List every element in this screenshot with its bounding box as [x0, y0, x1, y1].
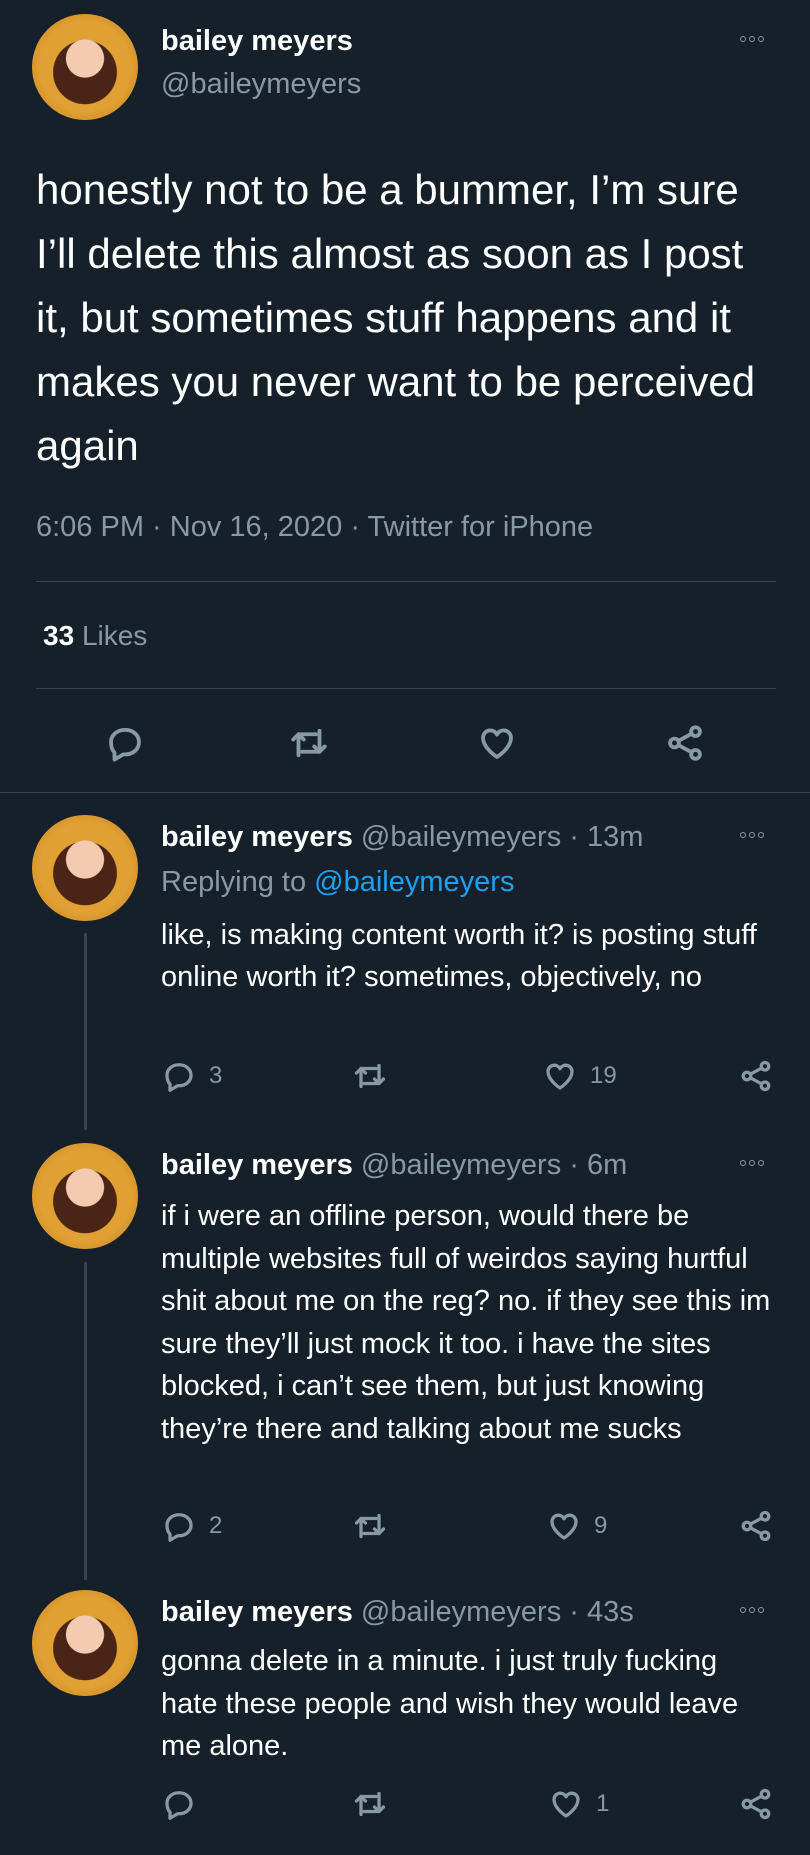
reply-time[interactable]: · 13m	[569, 821, 643, 853]
display-name[interactable]: bailey meyers	[161, 1149, 353, 1181]
retweet-button[interactable]	[352, 1786, 388, 1822]
handle[interactable]: @baileymeyers	[161, 68, 361, 101]
reply-icon	[165, 1513, 193, 1542]
reply-count: 3	[209, 1062, 223, 1089]
replying-handle-link[interactable]: @baileymeyers	[314, 866, 514, 898]
likes-label: Likes	[81, 620, 148, 651]
more-icon[interactable]	[740, 1607, 764, 1613]
share-button[interactable]	[664, 722, 706, 769]
share-button[interactable]	[738, 1058, 774, 1094]
reply-text: if i were an offline person, would there…	[161, 1200, 771, 1445]
more-icon[interactable]	[740, 36, 764, 42]
reply-time[interactable]: · 6m	[569, 1149, 627, 1181]
avatar[interactable]	[32, 1590, 138, 1696]
thread-line	[84, 933, 87, 1130]
tweet-timestamp[interactable]: 6:06 PM · Nov 16, 2020 · Twitter for iPh…	[36, 511, 593, 544]
display-name[interactable]: bailey meyers	[161, 821, 353, 853]
retweet-button[interactable]	[288, 722, 330, 769]
like-icon	[546, 1063, 574, 1090]
reply-text: like, is making content worth it? is pos…	[161, 919, 757, 993]
retweet-icon	[354, 1513, 386, 1539]
avatar[interactable]	[32, 815, 138, 921]
like-button[interactable]: 9	[546, 1508, 607, 1544]
retweet-button[interactable]	[352, 1058, 388, 1094]
like-button[interactable]: 19	[542, 1058, 617, 1094]
retweet-icon	[354, 1063, 386, 1089]
retweet-button[interactable]	[352, 1508, 388, 1544]
like-count: 1	[596, 1790, 610, 1817]
divider	[36, 581, 776, 582]
reply-header: bailey meyers @baileymeyers · 43s	[161, 1596, 634, 1629]
reply-button[interactable]: 2	[161, 1508, 222, 1544]
tweet-text: honestly not to be a bummer, I’m sure I’…	[36, 166, 756, 469]
like-count: 9	[594, 1512, 608, 1539]
share-icon	[741, 1060, 771, 1092]
retweet-icon	[354, 1791, 386, 1817]
reply-button[interactable]	[104, 722, 146, 769]
like-icon	[552, 1791, 580, 1818]
replying-label: Replying to	[161, 866, 307, 898]
divider	[0, 792, 810, 793]
handle[interactable]: @baileymeyers	[361, 1149, 561, 1181]
avatar[interactable]	[32, 1143, 138, 1249]
like-icon	[481, 728, 513, 759]
share-icon	[741, 1510, 771, 1542]
reply-icon	[109, 727, 141, 762]
replying-to: Replying to @baileymeyers	[161, 866, 514, 899]
share-icon	[668, 725, 702, 761]
divider	[36, 688, 776, 689]
reply-count: 2	[209, 1512, 223, 1539]
like-icon	[550, 1513, 578, 1540]
like-count: 19	[590, 1062, 617, 1089]
share-button[interactable]	[738, 1508, 774, 1544]
reply-icon	[165, 1791, 193, 1820]
handle[interactable]: @baileymeyers	[361, 821, 561, 853]
reply-icon	[165, 1063, 193, 1092]
like-button[interactable]	[476, 722, 518, 769]
handle[interactable]: @baileymeyers	[361, 1596, 561, 1628]
avatar[interactable]	[32, 14, 138, 120]
thread-line	[84, 1262, 87, 1580]
reply-text: gonna delete in a minute. i just truly f…	[161, 1645, 739, 1762]
reply-header: bailey meyers @baileymeyers · 13m	[161, 821, 643, 854]
reply-button[interactable]	[161, 1786, 209, 1822]
likes-count: 33	[43, 620, 75, 651]
more-icon[interactable]	[740, 832, 764, 838]
share-button[interactable]	[738, 1786, 774, 1822]
display-name[interactable]: bailey meyers	[161, 25, 353, 58]
display-name[interactable]: bailey meyers	[161, 1596, 353, 1628]
likes-stat[interactable]: 33 Likes	[43, 620, 147, 652]
reply-header: bailey meyers @baileymeyers · 6m	[161, 1149, 627, 1182]
reply-time[interactable]: · 43s	[569, 1596, 633, 1628]
retweet-icon	[291, 728, 327, 758]
share-icon	[741, 1788, 771, 1820]
reply-button[interactable]: 3	[161, 1058, 222, 1094]
like-button[interactable]: 1	[548, 1786, 609, 1822]
more-icon[interactable]	[740, 1160, 764, 1166]
